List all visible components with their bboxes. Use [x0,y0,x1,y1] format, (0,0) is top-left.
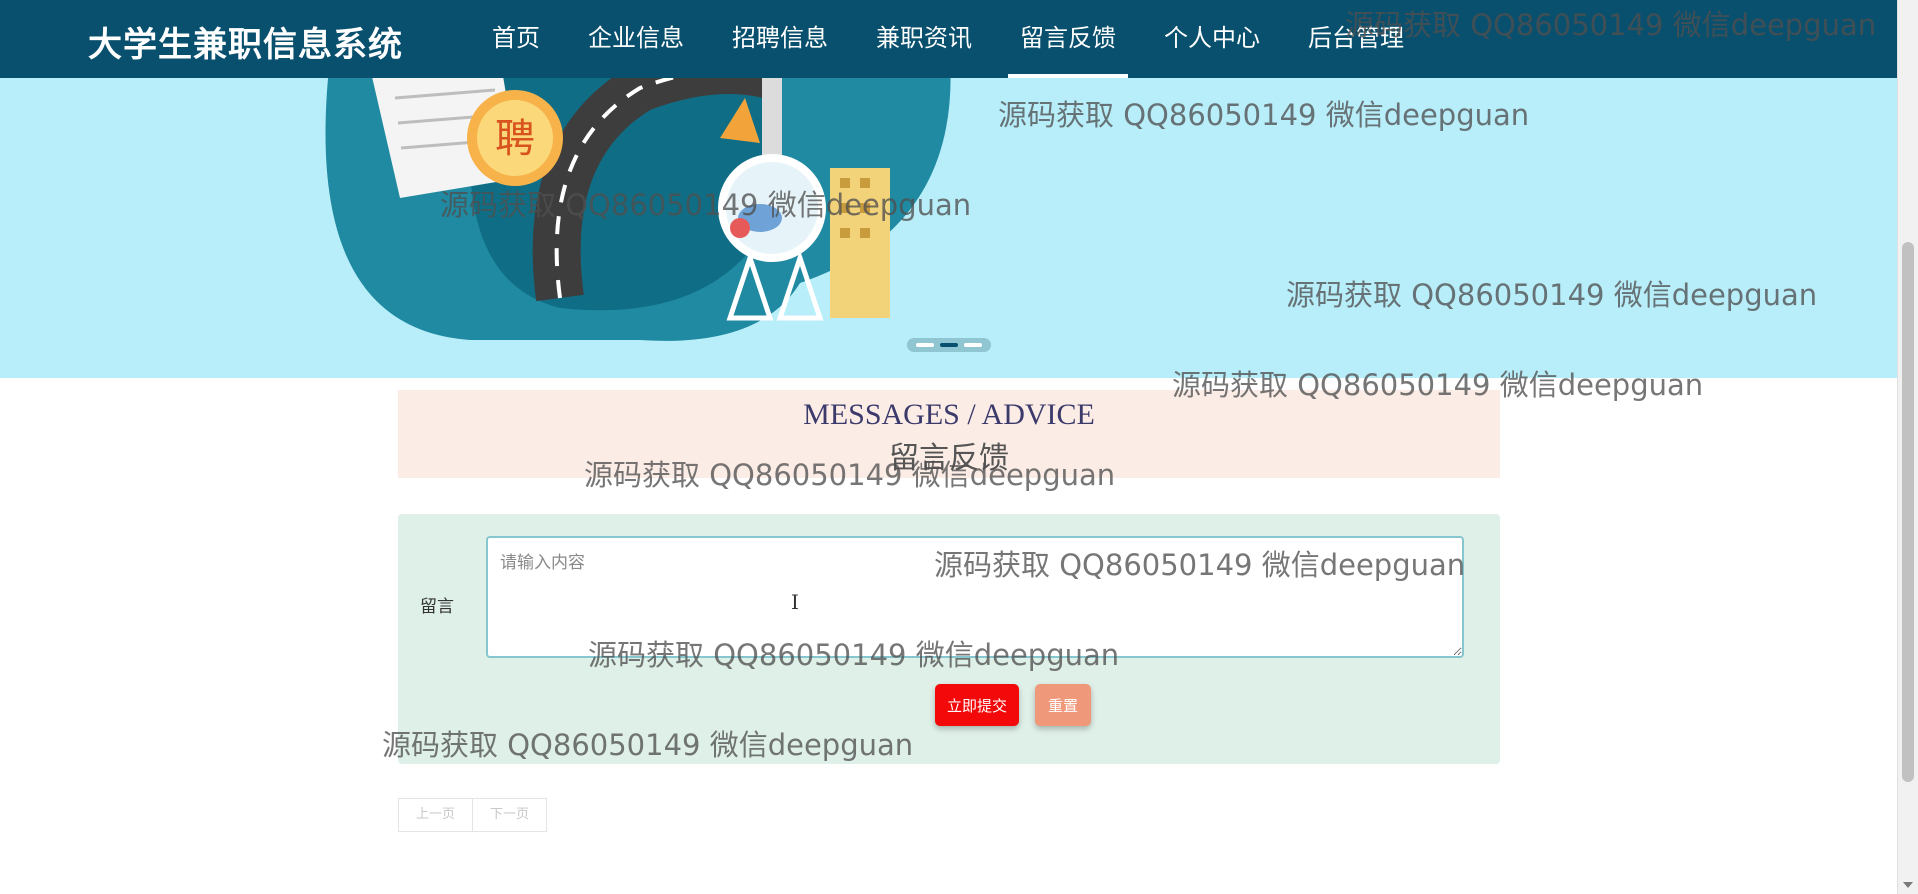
page-scrollbar[interactable] [1897,0,1918,894]
message-textarea[interactable] [486,536,1464,658]
banner-carousel[interactable]: 聘 [0,78,1898,378]
nav-item-personal-center[interactable]: 个人中心 [1140,0,1284,78]
next-page-button[interactable]: 下一页 [473,798,548,832]
carousel-dot-2[interactable] [940,343,958,347]
section-header: MESSAGES / ADVICE 留言反馈 [398,390,1500,478]
carousel-dot-3[interactable] [964,343,982,347]
submit-button[interactable]: 立即提交 [935,684,1019,726]
main-nav: 首页 企业信息 招聘信息 兼职资讯 留言反馈 个人中心 后台管理 [468,0,1428,78]
prev-page-button[interactable]: 上一页 [398,798,474,832]
nav-item-parttime-news[interactable]: 兼职资讯 [852,0,996,78]
nav-item-admin[interactable]: 后台管理 [1284,0,1428,78]
section-title-cn: 留言反馈 [889,441,1009,476]
message-form: 留言 立即提交 重置 [398,514,1500,764]
hiring-badge-text: 聘 [495,116,535,162]
nav-item-feedback[interactable]: 留言反馈 [996,0,1140,78]
message-label: 留言 [420,597,454,617]
pagination: 上一页 下一页 [398,798,548,832]
carousel-indicators [907,338,991,352]
nav-item-recruitment[interactable]: 招聘信息 [708,0,852,78]
site-title[interactable]: 大学生兼职信息系统 [88,17,403,66]
nav-item-companies[interactable]: 企业信息 [564,0,708,78]
scrollbar-thumb[interactable] [1902,242,1914,782]
nav-item-home[interactable]: 首页 [468,0,564,78]
carousel-dot-1[interactable] [916,343,934,347]
scroll-down-arrow-icon[interactable] [1903,882,1913,888]
top-navbar: 大学生兼职信息系统 首页 企业信息 招聘信息 兼职资讯 留言反馈 个人中心 后台… [0,0,1898,78]
reset-button[interactable]: 重置 [1035,684,1091,726]
text-cursor-icon: I [791,590,799,614]
banner-illustration: 聘 [325,78,951,341]
section-title-en: MESSAGES / ADVICE [803,398,1095,431]
